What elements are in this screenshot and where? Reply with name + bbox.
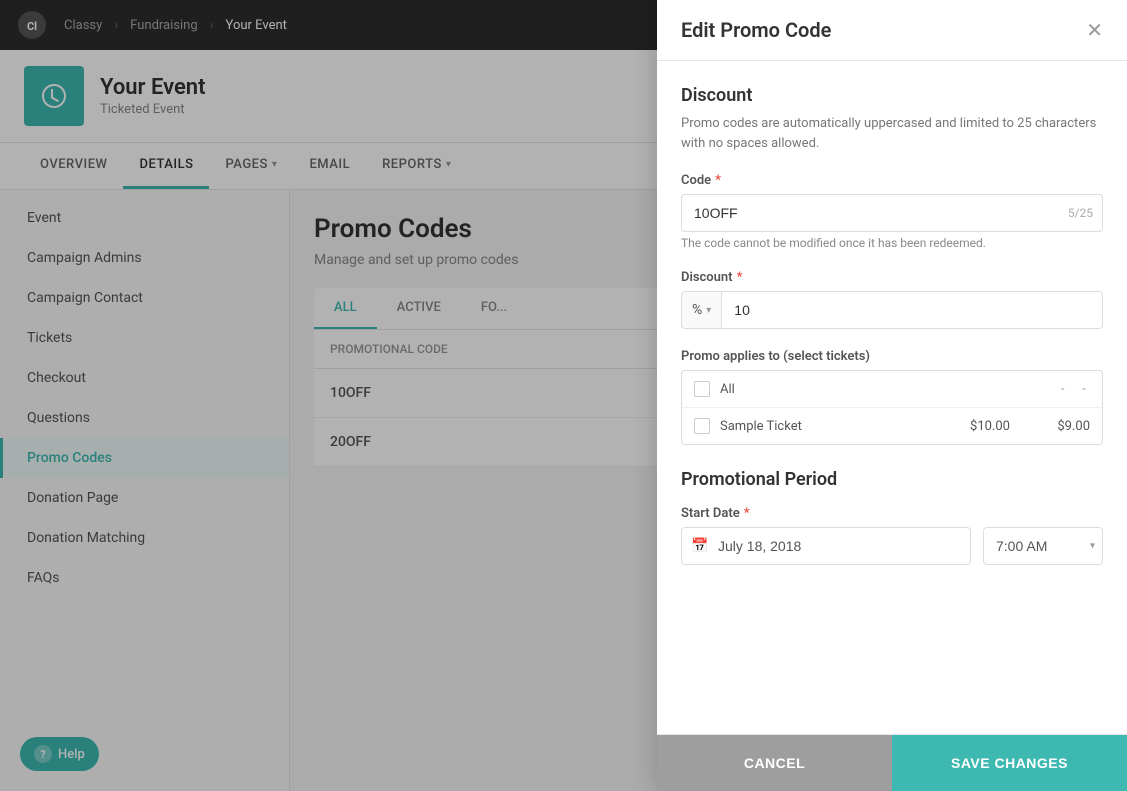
discount-label: Discount * (681, 270, 1103, 285)
discount-value-input[interactable] (722, 291, 1103, 329)
ticket-row-sample: Sample Ticket $10.00 $9.00 (682, 408, 1102, 444)
discount-section-title: Discount (681, 85, 1103, 106)
ticket-dash-1: - (1061, 382, 1065, 397)
cancel-button[interactable]: CANCEL (657, 735, 892, 791)
edit-promo-modal: Edit Promo Code ✕ Discount Promo codes a… (657, 0, 1127, 791)
discount-required: * (737, 270, 743, 285)
code-label: Code * (681, 173, 1103, 188)
start-time-select[interactable]: 7:00 AM (983, 527, 1103, 565)
ticket-dash-2: - (1082, 382, 1086, 397)
start-date-input[interactable] (681, 527, 971, 565)
ticket-table: All - - Sample Ticket $10.00 $9.00 (681, 370, 1103, 445)
date-input-wrap: 📅 (681, 527, 971, 565)
discount-description: Promo codes are automatically uppercased… (681, 114, 1103, 153)
ticket-name-sample: Sample Ticket (720, 419, 930, 434)
period-section: Promotional Period Start Date * 📅 7:00 A… (681, 469, 1103, 565)
discount-field-group: Discount * % ▾ (681, 270, 1103, 329)
save-button[interactable]: SAVE CHANGES (892, 735, 1127, 791)
ticket-price-original: $10.00 (940, 419, 1010, 434)
ticket-row-all: All - - (682, 371, 1102, 408)
discount-type-selector[interactable]: % ▾ (681, 291, 722, 329)
calendar-icon: 📅 (691, 538, 708, 554)
modal-footer: CANCEL SAVE CHANGES (657, 734, 1127, 791)
start-date-group: Start Date * 📅 7:00 AM ▾ (681, 506, 1103, 565)
date-row: 📅 7:00 AM ▾ (681, 527, 1103, 565)
code-input[interactable] (681, 194, 1103, 232)
code-required: * (715, 173, 721, 188)
close-icon[interactable]: ✕ (1086, 20, 1103, 40)
modal-title: Edit Promo Code (681, 18, 831, 42)
discount-type-value: % (692, 302, 702, 318)
ticket-checkbox-sample[interactable] (694, 418, 710, 434)
period-title: Promotional Period (681, 469, 1103, 490)
modal-header: Edit Promo Code ✕ (657, 0, 1127, 61)
discount-section: Discount Promo codes are automatically u… (681, 85, 1103, 445)
start-date-required: * (744, 506, 750, 521)
code-hint: The code cannot be modified once it has … (681, 236, 1103, 250)
code-field-group: Code * 5/25 The code cannot be modified … (681, 173, 1103, 250)
ticket-checkbox-all[interactable] (694, 381, 710, 397)
char-count: 5/25 (1068, 206, 1093, 220)
discount-type-arrow: ▾ (706, 305, 711, 316)
modal-body: Discount Promo codes are automatically u… (657, 61, 1127, 734)
discount-row: % ▾ (681, 291, 1103, 329)
applies-label: Promo applies to (select tickets) (681, 349, 1103, 364)
applies-to-group: Promo applies to (select tickets) All - … (681, 349, 1103, 445)
code-input-wrapper: 5/25 (681, 194, 1103, 232)
ticket-name-all: All (720, 382, 1047, 397)
start-date-label: Start Date * (681, 506, 1103, 521)
ticket-price-discounted: $9.00 (1020, 419, 1090, 434)
time-input-wrap: 7:00 AM ▾ (983, 527, 1103, 565)
